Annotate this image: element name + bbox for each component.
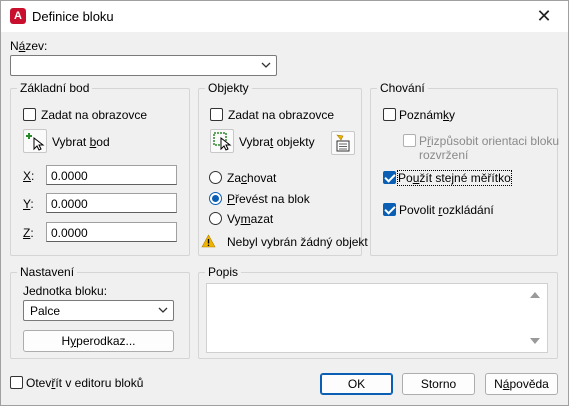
annotative-checkbox[interactable] <box>383 108 396 121</box>
uniform-scale-label: Použít stejné měřítko <box>397 170 512 186</box>
z-value: 0.0000 <box>51 226 88 240</box>
hyperlink-prefix: H <box>61 334 71 348</box>
convert-label-suffix: řevést na blok <box>235 192 310 206</box>
chevron-down-icon <box>158 307 168 313</box>
annotative-label: Poznámky <box>399 108 455 122</box>
name-label-prefix: N <box>10 39 19 53</box>
open-editor-prefix: Otev <box>26 376 52 390</box>
select-objects-label-prefix: Vybra <box>239 135 270 149</box>
x-label: X: <box>23 169 34 183</box>
allow-explode-label: Povolit rozkládání <box>399 203 494 217</box>
delete-radio[interactable] <box>209 212 222 225</box>
description-title: Popis <box>205 265 242 279</box>
block-unit-select[interactable]: Palce <box>23 300 174 321</box>
z-coordinate-input[interactable]: 0.0000 <box>46 222 177 242</box>
name-label: Název: <box>10 39 47 53</box>
retain-label-suffix: hovat <box>247 171 277 185</box>
chevron-down-icon <box>261 62 271 68</box>
dialog-title: Definice bloku <box>32 9 114 24</box>
y-coordinate-input[interactable]: 0.0000 <box>46 193 177 213</box>
scroll-up-arrow-icon[interactable] <box>530 292 540 298</box>
select-objects-label-suffix: objekty <box>273 135 315 149</box>
x-value: 0.0000 <box>51 169 88 183</box>
select-objects-label: Vybrat objekty <box>239 135 315 149</box>
delete-label-prefix: Vy <box>227 212 241 226</box>
uniform-scale-checkbox[interactable] <box>383 171 396 184</box>
objects-title: Objekty <box>205 81 252 95</box>
match-orientation-checkbox[interactable] <box>403 134 416 147</box>
base-point-specify-label: Zadat na obrazovce <box>41 108 148 122</box>
scroll-down-arrow-icon[interactable] <box>530 338 540 344</box>
no-objects-warning: Nebyl vybrán žádný objekt <box>227 235 368 249</box>
match-orientation-prefix: P <box>419 134 428 148</box>
uniform-scale-prefix: Po <box>398 171 413 185</box>
open-editor-suffix: ít v editoru bloků <box>55 376 144 390</box>
base-point-title: Základní bod <box>17 81 93 95</box>
x-label-accel: X <box>23 169 32 183</box>
z-label-colon: : <box>30 226 34 240</box>
uniform-scale-suffix: žít stejné měřítko <box>419 171 511 185</box>
quick-select-button[interactable] <box>331 131 355 155</box>
pick-point-button[interactable] <box>23 129 47 153</box>
title-bar: A Definice bloku ✕ <box>1 1 568 32</box>
match-orientation-suffix: izpůsobit orientaci bloku <box>431 134 560 148</box>
pick-point-icon <box>26 133 45 151</box>
pick-point-label: Vybrat bod <box>52 135 110 149</box>
hyperlink-suffix: perodkaz... <box>76 334 136 348</box>
delete-label-accel: m <box>240 212 251 226</box>
allow-explode-checkbox[interactable] <box>383 203 396 216</box>
convert-to-block-radio[interactable] <box>209 192 222 205</box>
name-combobox[interactable] <box>10 55 277 76</box>
close-icon[interactable]: ✕ <box>534 6 554 26</box>
match-orientation-label: Přizpůsobit orientaci bloku rozvržení <box>419 134 559 162</box>
retain-label-prefix: Za <box>227 171 242 185</box>
select-objects-button[interactable] <box>210 129 234 153</box>
annotative-label-suffix: y <box>449 108 456 122</box>
x-coordinate-input[interactable]: 0.0000 <box>46 165 177 185</box>
objects-specify-label: Zadat na obrazovce <box>228 108 335 122</box>
open-in-block-editor-checkbox[interactable] <box>10 376 23 389</box>
allow-explode-prefix: Povolit <box>399 203 439 217</box>
annotative-label-prefix: Poznám <box>399 108 444 122</box>
delete-label-suffix: azat <box>250 212 274 226</box>
objects-specify-checkbox[interactable] <box>210 108 223 121</box>
warning-icon <box>201 234 216 248</box>
hyperlink-button[interactable]: Hyperodkaz... <box>23 330 174 352</box>
retain-label: Zachovat <box>227 171 276 185</box>
description-textarea[interactable] <box>206 283 548 353</box>
retain-radio[interactable] <box>209 171 222 184</box>
convert-label-accel: P <box>227 192 236 206</box>
cancel-button[interactable]: Storno <box>402 373 475 395</box>
convert-to-block-label: Převést na blok <box>227 192 310 206</box>
allow-explode-suffix: ozkládání <box>442 203 494 217</box>
behavior-title: Chování <box>377 81 428 95</box>
block-unit-label: Jednotka bloku: <box>23 284 108 298</box>
z-label: Z: <box>23 226 34 240</box>
pick-point-label-prefix: Vybrat <box>52 135 90 149</box>
match-orientation-line2: rozvržení <box>419 148 469 162</box>
quick-select-icon <box>336 134 350 152</box>
help-button[interactable]: Nápověda <box>485 373 558 395</box>
y-label-colon: : <box>30 197 34 211</box>
pick-point-label-suffix: od <box>96 135 110 149</box>
ok-button[interactable]: OK <box>320 373 393 395</box>
settings-title: Nastavení <box>17 265 78 279</box>
select-objects-icon <box>213 132 232 151</box>
block-definition-dialog: A Definice bloku ✕ Název: Základní bod Z… <box>0 0 569 406</box>
help-suffix: pověda <box>509 377 549 391</box>
autocad-app-icon: A <box>10 8 26 24</box>
y-value: 0.0000 <box>51 197 88 211</box>
open-in-block-editor-label: Otevřít v editoru bloků <box>26 376 143 390</box>
name-label-suffix: zev: <box>25 39 48 53</box>
block-unit-value: Palce <box>30 304 61 318</box>
base-point-specify-checkbox[interactable] <box>23 108 36 121</box>
help-prefix: N <box>494 377 503 391</box>
x-label-colon: : <box>31 169 35 183</box>
y-label: Y: <box>23 197 34 211</box>
delete-label: Vymazat <box>227 212 273 226</box>
